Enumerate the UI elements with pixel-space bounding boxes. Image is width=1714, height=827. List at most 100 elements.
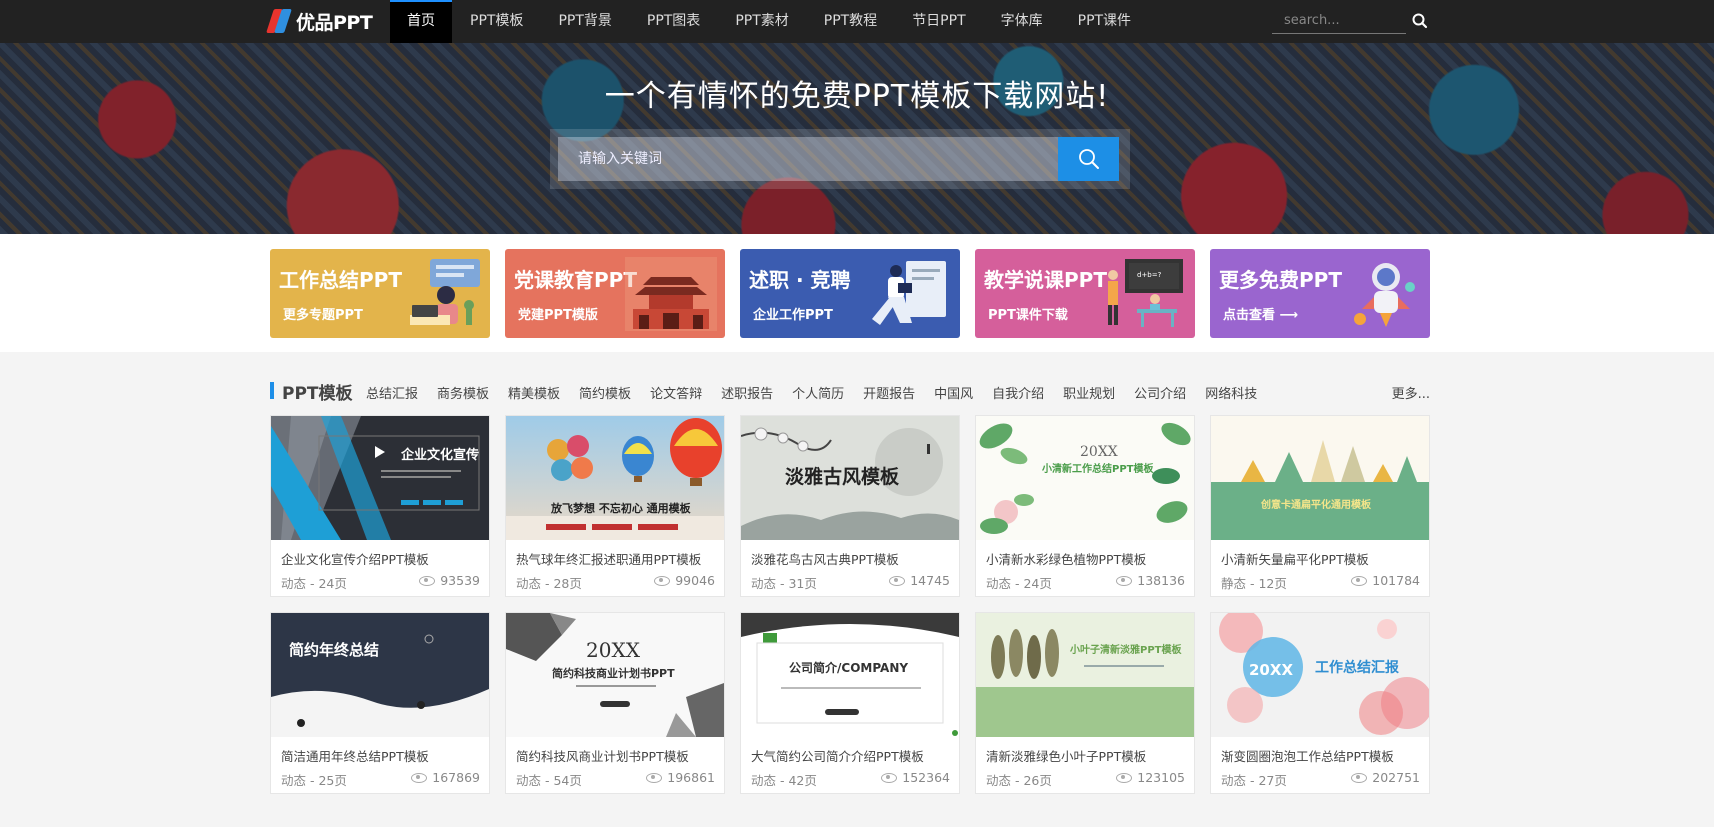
card-thumbnail[interactable]: 公司简介/COMPANY [741,613,959,737]
nav-item-ppt-courseware[interactable]: PPT课件 [1061,0,1148,43]
eye-icon [419,575,436,586]
card-thumbnail[interactable]: 淡雅古风模板 [741,416,959,540]
svg-text:d+b=?: d+b=? [1137,271,1162,279]
card-thumbnail[interactable]: 小叶子清新淡雅PPT模板 [976,613,1194,737]
template-card[interactable]: 小叶子清新淡雅PPT模板 清新淡雅绿色小叶子PPT模板 动态 - 26页 123… [975,612,1195,794]
nav-item-ppt-materials[interactable]: PPT素材 [718,0,805,43]
site-logo[interactable]: 优品PPT [266,6,373,36]
nav-item-ppt-templates[interactable]: PPT模板 [453,0,540,43]
search-icon[interactable] [1411,12,1429,30]
thumb-text: 工作总结汇报 [1315,660,1399,676]
card-title[interactable]: 大气简约公司简介介绍PPT模板 [751,746,924,765]
template-card[interactable]: 20XX 小清新工作总结PPT模板 小清新水彩绿色植物PPT模板 动态 - 24… [975,415,1195,597]
banner-teaching[interactable]: 教学说课PPT PPT课件下载 d+b=? [975,249,1195,338]
eye-icon [654,575,671,586]
template-card[interactable]: 20XX 工作总结汇报 渐变圆圈泡泡工作总结PPT模板 动态 - 27页 202… [1210,612,1430,794]
card-thumbnail[interactable]: 简约年终总结 [271,613,489,737]
nav-item-holiday-ppt[interactable]: 节日PPT [895,0,982,43]
template-card[interactable]: 简约年终总结 简洁通用年终总结PPT模板 动态 - 25页 167869 [270,612,490,794]
template-card[interactable]: 创意卡通扁平化通用模板 小清新矢量扁平化PPT模板 静态 - 12页 10178… [1210,415,1430,597]
template-card[interactable]: 20XX 简约科技商业计划书PPT 简约科技风商业计划书PPT模板 动态 - 5… [505,612,725,794]
view-count: 167869 [432,770,480,785]
topic-banners: 工作总结PPT 更多专题PPT 党课教育PPT 党建PPT模版 述职 · 竞聘 … [0,234,1714,352]
view-count: 196861 [667,770,715,785]
thumb-text: 简约科技商业计划书PPT [552,667,675,680]
card-views: 196861 [646,770,715,785]
hero-search-button[interactable] [1058,137,1119,181]
person-laptop-illustration [410,259,480,325]
tag-link[interactable]: 简约模板 [579,383,631,402]
hero-search-box [550,129,1130,189]
tag-link[interactable]: 自我介绍 [992,383,1044,402]
nav-item-home[interactable]: 首页 [390,0,452,43]
card-title[interactable]: 渐变圆圈泡泡工作总结PPT模板 [1221,746,1394,765]
tag-link[interactable]: 精美模板 [508,383,560,402]
eye-icon [1351,772,1368,783]
view-count: 99046 [675,573,715,588]
main-nav: 首页 PPT模板 PPT背景 PPT图表 PPT素材 PPT教程 节日PPT 字… [390,0,1149,43]
section-title[interactable]: PPT模板 [282,379,353,404]
banner-title: 党课教育PPT [514,268,637,292]
card-title[interactable]: 简约科技风商业计划书PPT模板 [516,746,689,765]
banner-subtitle: 点击查看 ⟶ [1223,308,1299,323]
card-thumbnail[interactable]: 放飞梦想 不忘初心 通用模板 [506,416,724,540]
thumb-text: 小叶子清新淡雅PPT模板 [1070,645,1182,656]
banner-more-free[interactable]: 更多免费PPT 点击查看 ⟶ [1210,249,1430,338]
card-title[interactable]: 小清新矢量扁平化PPT模板 [1221,549,1369,568]
nav-item-fonts[interactable]: 字体库 [984,0,1060,43]
nav-item-ppt-tutorials[interactable]: PPT教程 [807,0,894,43]
view-count: 202751 [1372,770,1420,785]
tag-link[interactable]: 论文答辩 [650,383,702,402]
card-title[interactable]: 清新淡雅绿色小叶子PPT模板 [986,746,1146,765]
banner-report-competition[interactable]: 述职 · 竞聘 企业工作PPT [740,249,960,338]
tag-link[interactable]: 商务模板 [437,383,489,402]
svg-text:20XX: 20XX [586,638,641,662]
tag-link[interactable]: 个人简历 [792,383,844,402]
card-thumbnail[interactable]: 20XX 工作总结汇报 [1211,613,1429,737]
more-link[interactable]: 更多... [1392,383,1430,402]
template-card[interactable]: 淡雅古风模板 淡雅花鸟古风古典PPT模板 动态 - 31页 14745 [740,415,960,597]
thumb-text: 创意卡通扁平化通用模板 [1261,500,1371,511]
card-views: 167869 [411,770,480,785]
view-count: 14745 [910,573,950,588]
hero-search-input[interactable] [558,137,1058,181]
search-icon [1078,149,1099,169]
card-meta: 动态 - 25页 [281,773,347,788]
rocket-astronaut-illustration [1354,263,1415,327]
card-thumbnail[interactable]: 企业文化宣传 [271,416,489,540]
nav-item-ppt-backgrounds[interactable]: PPT背景 [541,0,628,43]
card-title[interactable]: 小清新水彩绿色植物PPT模板 [986,549,1146,568]
tag-link[interactable]: 总结汇报 [366,383,418,402]
template-card[interactable]: 企业文化宣传 企业文化宣传介绍PPT模板 动态 - 24页 93539 [270,415,490,597]
top-search-input[interactable] [1272,8,1402,32]
tag-link[interactable]: 开题报告 [863,383,915,402]
tag-link[interactable]: 公司介绍 [1134,383,1186,402]
card-title[interactable]: 淡雅花鸟古风古典PPT模板 [751,549,899,568]
tag-link[interactable]: 网络科技 [1205,383,1257,402]
card-title[interactable]: 简洁通用年终总结PPT模板 [281,746,429,765]
tag-link[interactable]: 中国风 [934,383,973,402]
card-thumbnail[interactable]: 20XX 小清新工作总结PPT模板 [976,416,1194,540]
thumb-text: 简约年终总结 [289,641,380,659]
banner-subtitle: 党建PPT模版 [518,308,598,323]
card-thumbnail[interactable]: 创意卡通扁平化通用模板 [1211,416,1429,540]
banner-title: 述职 · 竞聘 [749,268,851,292]
card-title[interactable]: 企业文化宣传介绍PPT模板 [281,549,429,568]
banner-work-summary[interactable]: 工作总结PPT 更多专题PPT [270,249,490,338]
tag-link[interactable]: 职业规划 [1063,383,1115,402]
banner-title: 教学说课PPT [984,268,1107,292]
template-card[interactable]: 放飞梦想 不忘初心 通用模板 热气球年终汇报述职通用PPT模板 动态 - 28页… [505,415,725,597]
card-views: 152364 [881,770,950,785]
card-thumbnail[interactable]: 20XX 简约科技商业计划书PPT [506,613,724,737]
tag-link[interactable]: 述职报告 [721,383,773,402]
template-card[interactable]: 公司简介/COMPANY 大气简约公司简介介绍PPT模板 动态 - 42页 15… [740,612,960,794]
thumb-text: 公司简介/COMPANY [789,661,909,675]
card-title[interactable]: 热气球年终汇报述职通用PPT模板 [516,549,701,568]
banner-subtitle: PPT课件下载 [988,308,1068,323]
thumb-text: 小清新工作总结PPT模板 [1042,464,1154,475]
card-views: 99046 [654,573,715,588]
banner-party-education[interactable]: 党课教育PPT 党建PPT模版 [505,249,725,338]
card-meta: 静态 - 12页 [1221,576,1287,591]
banner-subtitle: 企业工作PPT [753,308,833,323]
nav-item-ppt-charts[interactable]: PPT图表 [630,0,717,43]
